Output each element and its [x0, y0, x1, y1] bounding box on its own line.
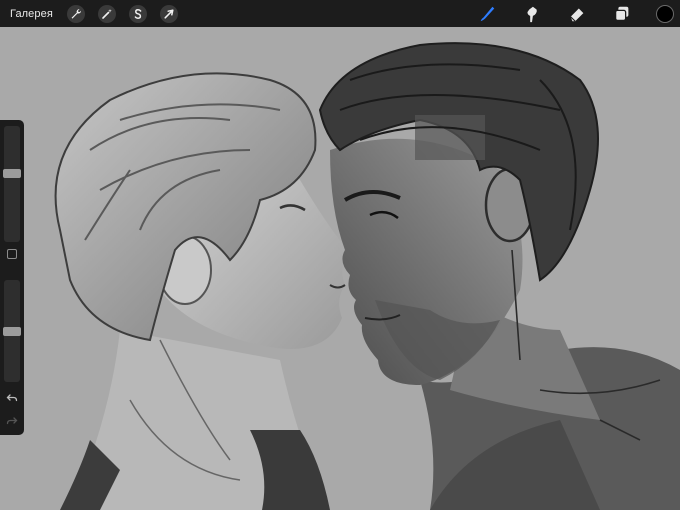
- drawing-canvas[interactable]: [0, 0, 680, 510]
- redo-icon[interactable]: [6, 415, 18, 427]
- tool-group: [453, 0, 680, 27]
- magic-wand-icon[interactable]: [97, 4, 116, 23]
- arrow-cursor-icon[interactable]: [159, 4, 178, 23]
- selection-s-icon[interactable]: [128, 4, 147, 23]
- brush-size-slider[interactable]: [3, 126, 21, 242]
- artwork-left-figure: [54, 72, 348, 510]
- wrench-icon[interactable]: [66, 4, 85, 23]
- top-toolbar: Галерея: [0, 0, 680, 27]
- opacity-slider[interactable]: [3, 280, 21, 382]
- left-sidebar: [0, 120, 24, 435]
- modify-square-button[interactable]: [7, 249, 17, 259]
- brush-icon[interactable]: [476, 3, 498, 25]
- brush-size-thumb[interactable]: [3, 168, 21, 178]
- smudge-icon[interactable]: [521, 3, 543, 25]
- layers-icon[interactable]: [611, 3, 633, 25]
- gallery-button[interactable]: Галерея: [10, 8, 53, 20]
- eraser-icon[interactable]: [566, 3, 588, 25]
- opacity-thumb[interactable]: [3, 326, 21, 336]
- undo-icon[interactable]: [6, 392, 18, 404]
- color-picker-swatch[interactable]: [656, 4, 674, 23]
